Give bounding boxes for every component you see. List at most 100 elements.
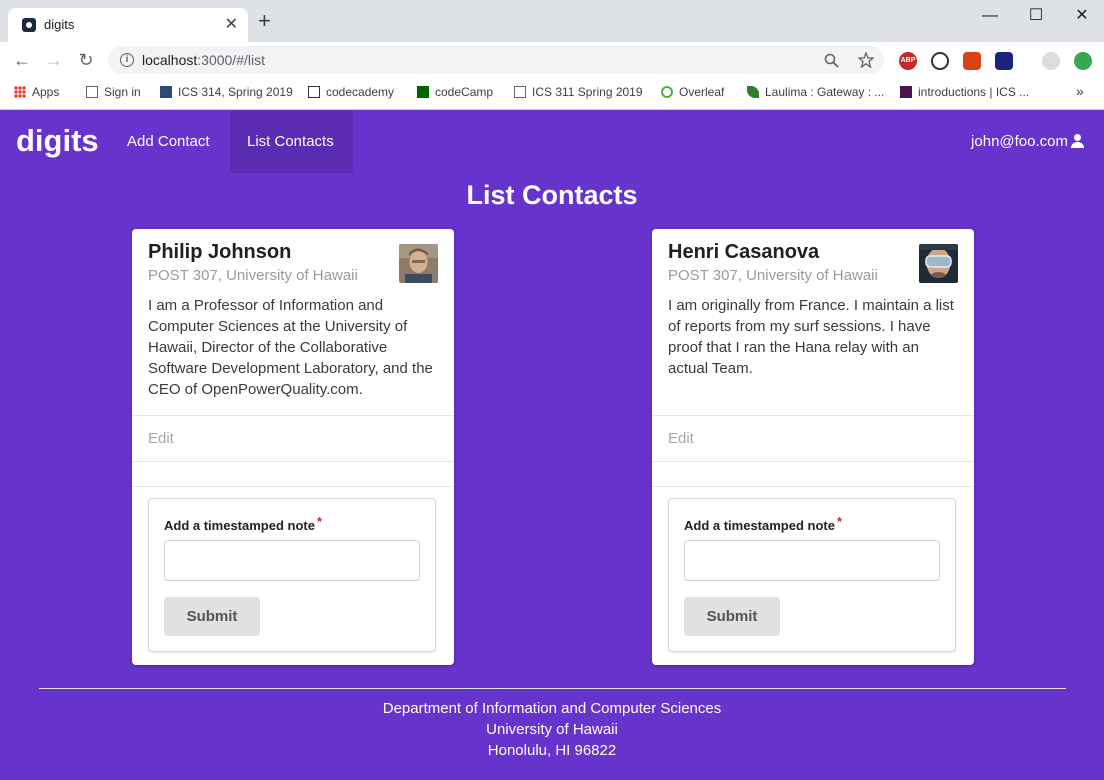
bookmark-label: Overleaf	[679, 85, 725, 99]
update-icon[interactable]	[1074, 52, 1092, 70]
contact-card: Henri Casanova POST 307, University of H…	[652, 229, 974, 665]
bookmark-overleaf[interactable]: Overleaf	[661, 85, 724, 99]
footer-address: Honolulu, HI 96822	[487, 742, 617, 759]
forward-icon[interactable]: →	[42, 48, 66, 72]
note-form: Add a timestamped note * Submit	[148, 498, 436, 652]
card-divider	[132, 461, 454, 462]
new-tab-button[interactable]: +	[258, 10, 271, 32]
bookmarks-overflow-icon[interactable]: »	[1076, 83, 1084, 99]
site-info-icon[interactable]: i	[120, 53, 134, 67]
bookmarks-bar: Apps Sign in ICS 314, Spring 2019 codeca…	[0, 78, 1104, 110]
card-divider	[652, 486, 974, 487]
bookmark-label: Sign in	[104, 85, 141, 99]
card-divider	[132, 415, 454, 416]
bookmark-apps[interactable]: Apps	[14, 85, 59, 99]
browser-tab[interactable]: digits ✕	[8, 8, 248, 42]
profile-avatar[interactable]	[1042, 52, 1060, 70]
codecamp-icon	[417, 86, 429, 98]
bookmark-codecamp[interactable]: codeCamp	[417, 85, 493, 99]
required-marker: *	[836, 514, 843, 529]
note-form: Add a timestamped note * Submit	[668, 498, 956, 652]
bookmark-sign-in[interactable]: Sign in	[86, 85, 141, 99]
bookmark-codecademy[interactable]: codecademy	[308, 85, 394, 99]
contact-address: POST 307, University of Hawaii	[148, 267, 358, 284]
zoom-icon[interactable]	[824, 53, 839, 68]
submit-button[interactable]: Submit	[684, 597, 780, 636]
tab-title: digits	[44, 17, 75, 32]
reload-icon[interactable]: ↻	[74, 48, 98, 72]
note-input[interactable]	[684, 540, 940, 581]
overleaf-icon	[661, 86, 673, 98]
note-label: Add a timestamped note *	[164, 514, 322, 533]
back-icon[interactable]: ←	[10, 48, 34, 72]
browser-tabstrip: digits ✕ + — ☐ ✕	[0, 0, 1104, 42]
edit-link[interactable]: Edit	[668, 430, 694, 447]
user-icon	[1070, 134, 1084, 148]
footer-university: University of Hawaii	[486, 721, 618, 738]
url-path: :3000/#/list	[197, 52, 265, 68]
extension-dark-icon[interactable]	[995, 52, 1013, 70]
edit-link[interactable]: Edit	[148, 430, 174, 447]
url-host: localhost	[142, 52, 198, 68]
slack-icon	[900, 86, 912, 98]
app-navbar: digits Add Contact List Contacts john@fo…	[0, 111, 1104, 173]
bookmark-introductions[interactable]: introductions | ICS ...	[900, 85, 1029, 99]
bookmark-label: ICS 311 Spring 2019	[532, 85, 643, 99]
extension-icon[interactable]	[963, 52, 981, 70]
bookmark-star-icon[interactable]	[858, 52, 874, 68]
bookmark-label: codecademy	[326, 85, 395, 99]
address-bar[interactable]: i localhost:3000/#/list	[108, 46, 884, 74]
footer: Department of Information and Computer S…	[0, 698, 1104, 761]
brand-logo[interactable]: digits	[16, 123, 99, 159]
contact-name: Philip Johnson	[148, 241, 292, 263]
bookmark-label: codeCamp	[435, 85, 494, 99]
bookmark-label: ICS 314, Spring 2019	[178, 85, 293, 99]
contact-avatar	[919, 244, 958, 283]
user-email: john@foo.com	[971, 133, 1068, 150]
nav-add-contact[interactable]: Add Contact	[110, 111, 227, 173]
contact-card: Philip Johnson POST 307, University of H…	[132, 229, 454, 665]
contact-description: I am a Professor of Information and Comp…	[148, 297, 433, 398]
contact-address: POST 307, University of Hawaii	[668, 267, 878, 284]
maximize-icon[interactable]: ☐	[1019, 4, 1053, 28]
bookmark-ics314[interactable]: ICS 314, Spring 2019	[160, 85, 293, 99]
bookmark-laulima[interactable]: Laulima : Gateway : ...	[747, 85, 884, 99]
required-marker: *	[316, 514, 323, 529]
bookmark-label: Laulima : Gateway : ...	[765, 85, 885, 99]
url-text[interactable]: localhost:3000/#/list	[142, 52, 265, 68]
page-title: List Contacts	[466, 180, 638, 210]
codecademy-icon	[308, 86, 320, 98]
note-input[interactable]	[164, 540, 420, 581]
leaf-icon	[747, 86, 759, 98]
apps-grid-icon	[14, 86, 26, 98]
note-label-text: Add a timestamped note	[684, 518, 835, 533]
note-label-text: Add a timestamped note	[164, 518, 315, 533]
bookmark-label: Apps	[32, 85, 60, 99]
meteor-favicon-icon	[22, 18, 36, 32]
card-divider	[132, 486, 454, 487]
contact-name: Henri Casanova	[668, 241, 820, 263]
browser-toolbar: ← → ↻ i localhost:3000/#/list ABP	[0, 42, 1104, 78]
card-divider	[652, 415, 974, 416]
note-label: Add a timestamped note *	[684, 514, 842, 533]
user-menu[interactable]: john@foo.com	[971, 133, 1084, 150]
minimize-icon[interactable]: —	[973, 4, 1007, 28]
bookmark-label: introductions | ICS ...	[918, 85, 1030, 99]
avatar-image	[399, 244, 438, 283]
avatar-image	[919, 244, 958, 283]
page-icon	[514, 86, 526, 98]
square-icon	[160, 86, 172, 98]
sync-extension-icon[interactable]	[931, 52, 949, 70]
nav-list-contacts[interactable]: List Contacts	[230, 111, 353, 173]
contact-avatar	[399, 244, 438, 283]
contact-description: I am originally from France. I maintain …	[668, 297, 954, 377]
page-icon	[86, 86, 98, 98]
submit-button[interactable]: Submit	[164, 597, 260, 636]
bookmark-ics311[interactable]: ICS 311 Spring 2019	[514, 85, 643, 99]
tab-close-icon[interactable]: ✕	[225, 14, 238, 34]
adblock-icon[interactable]: ABP	[899, 52, 917, 70]
footer-divider	[39, 688, 1066, 689]
card-divider	[652, 461, 974, 462]
window-close-icon[interactable]: ✕	[1065, 4, 1099, 28]
footer-department: Department of Information and Computer S…	[382, 700, 722, 717]
